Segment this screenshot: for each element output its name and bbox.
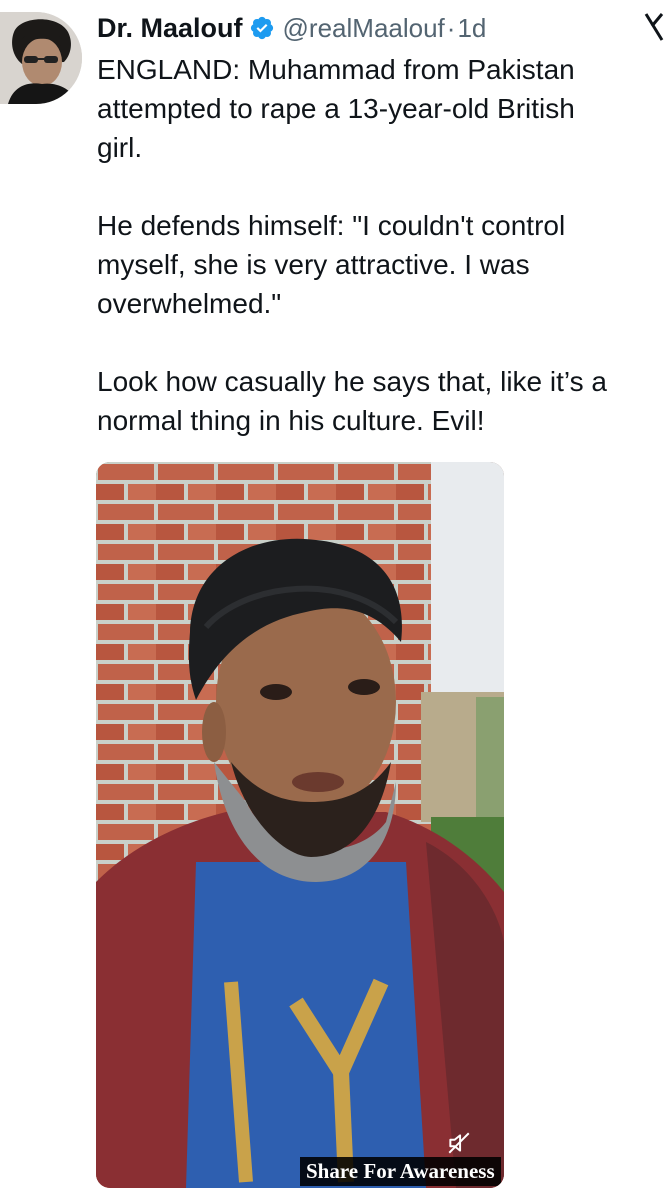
author-handle[interactable]: @realMaalouf bbox=[283, 13, 445, 44]
grok-icon[interactable] bbox=[642, 10, 664, 44]
author-name[interactable]: Dr. Maalouf bbox=[97, 13, 243, 44]
tweet-paragraph: ENGLAND: Muhammad from Pakistan attempte… bbox=[97, 54, 575, 163]
verified-badge-icon bbox=[249, 15, 275, 41]
video-caption: Share For Awareness bbox=[300, 1157, 501, 1186]
video-frame bbox=[96, 462, 504, 1188]
tweet-paragraph: Look how casually he says that, like it’… bbox=[97, 366, 607, 436]
muted-speaker-icon[interactable] bbox=[446, 1130, 472, 1156]
separator-dot: · bbox=[446, 12, 456, 43]
tweet[interactable]: Dr. Maalouf @realMaalouf · 1d ENGLAND: M… bbox=[0, 0, 664, 1200]
tweet-header: Dr. Maalouf @realMaalouf · 1d bbox=[97, 6, 486, 50]
avatar[interactable] bbox=[0, 12, 82, 104]
tweet-paragraph: He defends himself: "I couldn't control … bbox=[97, 210, 566, 319]
tweet-video[interactable]: Share For Awareness bbox=[96, 462, 504, 1188]
timestamp[interactable]: 1d bbox=[457, 13, 486, 44]
tweet-text: ENGLAND: Muhammad from Pakistan attempte… bbox=[97, 50, 664, 440]
